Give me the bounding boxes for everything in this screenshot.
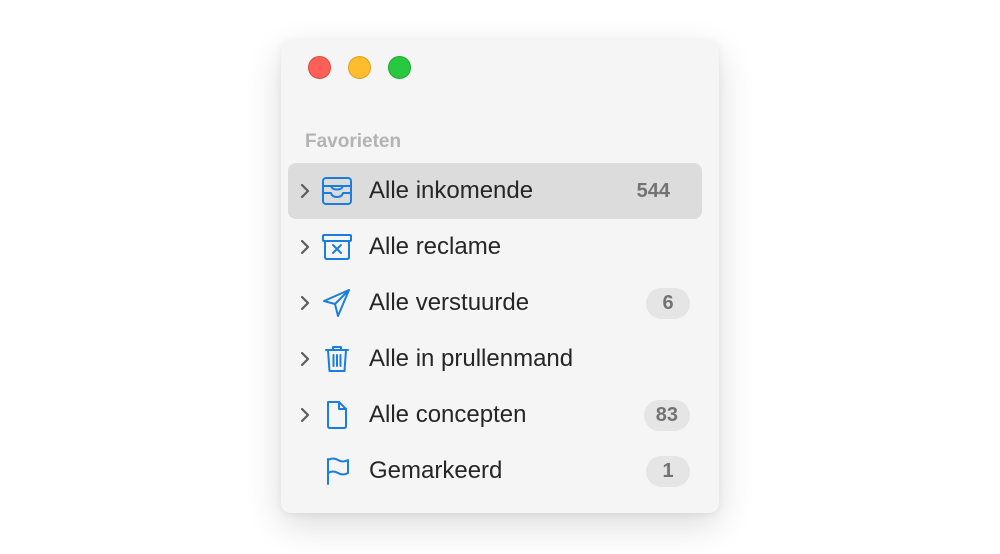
close-window-button[interactable]: [308, 56, 331, 79]
unread-count-badge: 6: [646, 288, 690, 319]
mailbox-list: Alle inkomende 544 Alle reclame Alle ver…: [288, 163, 702, 499]
sidebar-item-all-trash[interactable]: Alle in prullenmand: [288, 331, 702, 387]
chevron-right-icon[interactable]: [299, 237, 311, 257]
sidebar-item-label: Alle concepten: [369, 401, 527, 428]
sidebar-item-label: Alle reclame: [369, 233, 502, 260]
sidebar-item-label: Alle in prullenmand: [369, 345, 574, 372]
unread-count-badge: 544: [636, 180, 670, 202]
sidebar-item-all-junk[interactable]: Alle reclame: [288, 219, 702, 275]
inbox-tray-icon: [322, 177, 352, 205]
junk-box-icon: [322, 234, 352, 260]
unread-count-badge: 1: [646, 456, 690, 487]
sidebar-item-all-inboxes[interactable]: Alle inkomende 544: [288, 163, 702, 219]
paper-plane-icon: [323, 289, 350, 317]
sidebar-item-flagged[interactable]: Gemarkeerd 1: [288, 443, 702, 499]
section-header-favorites[interactable]: Favorieten: [305, 131, 401, 153]
sidebar-item-label: Gemarkeerd: [369, 457, 503, 484]
sidebar-item-all-drafts[interactable]: Alle concepten 83: [288, 387, 702, 443]
chevron-right-icon[interactable]: [299, 405, 311, 425]
chevron-right-icon[interactable]: [299, 293, 311, 313]
minimize-window-button[interactable]: [348, 56, 371, 79]
unread-count-badge: 83: [643, 400, 690, 431]
chevron-right-icon[interactable]: [299, 349, 311, 369]
sidebar-item-label: Alle inkomende: [369, 177, 534, 204]
document-icon: [327, 401, 347, 429]
window-controls: [308, 56, 411, 79]
sidebar-item-all-sent[interactable]: Alle verstuurde 6: [288, 275, 702, 331]
zoom-window-button[interactable]: [388, 56, 411, 79]
flag-icon: [327, 457, 349, 485]
trash-can-icon: [325, 346, 349, 372]
chevron-right-icon[interactable]: [299, 181, 311, 201]
mail-sidebar-window: Favorieten Alle inkomende 544 Alle recla…: [281, 40, 719, 513]
sidebar-item-label: Alle verstuurde: [369, 289, 530, 316]
